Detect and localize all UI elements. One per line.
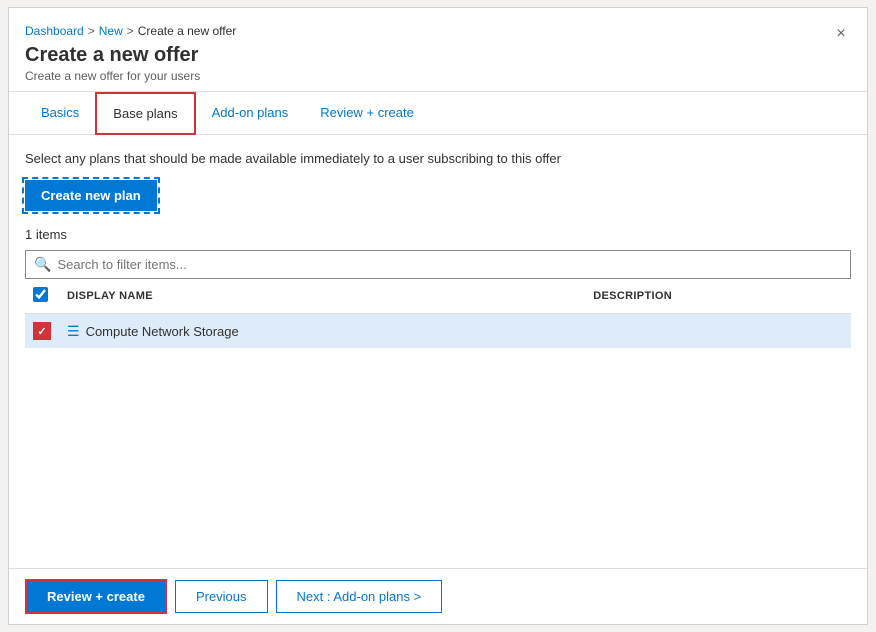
- create-offer-panel: Dashboard > New > Create a new offer Cre…: [8, 7, 868, 625]
- search-input[interactable]: [57, 257, 842, 272]
- panel-footer: Review + create Previous Next : Add-on p…: [9, 568, 867, 624]
- breadcrumb-current: Create a new offer: [138, 24, 237, 38]
- close-button[interactable]: ×: [829, 22, 853, 46]
- row-description-cell: [585, 314, 851, 349]
- header-description: DESCRIPTION: [585, 279, 851, 314]
- tab-base-plans[interactable]: Base plans: [95, 92, 195, 135]
- panel-body: Select any plans that should be made ava…: [9, 135, 867, 568]
- tab-review-create[interactable]: Review + create: [304, 93, 430, 134]
- panel-subtitle: Create a new offer for your users: [25, 69, 851, 83]
- breadcrumb: Dashboard > New > Create a new offer: [25, 24, 851, 38]
- breadcrumb-sep-2: >: [127, 24, 134, 38]
- table-header-row: DISPLAY NAME DESCRIPTION: [25, 279, 851, 314]
- row-checkbox[interactable]: ✓: [33, 322, 51, 340]
- review-create-button[interactable]: Review + create: [25, 579, 167, 614]
- header-checkbox[interactable]: [33, 287, 48, 302]
- tabs-nav: Basics Base plans Add-on plans Review + …: [9, 92, 867, 135]
- items-table: DISPLAY NAME DESCRIPTION ✓ ☰ Compute Net…: [25, 279, 851, 348]
- breadcrumb-dashboard[interactable]: Dashboard: [25, 24, 84, 38]
- tab-addon-plans[interactable]: Add-on plans: [196, 93, 305, 134]
- panel-title: Create a new offer: [25, 44, 851, 67]
- next-button[interactable]: Next : Add-on plans >: [276, 580, 443, 613]
- breadcrumb-sep-1: >: [88, 24, 95, 38]
- search-icon: 🔍: [34, 256, 51, 273]
- row-checkbox-cell: ✓: [25, 314, 59, 349]
- panel-header: Dashboard > New > Create a new offer Cre…: [9, 8, 867, 92]
- tab-basics[interactable]: Basics: [25, 93, 95, 134]
- body-description: Select any plans that should be made ava…: [25, 151, 851, 166]
- search-box: 🔍: [25, 250, 851, 279]
- breadcrumb-new[interactable]: New: [99, 24, 123, 38]
- items-count: 1 items: [25, 227, 851, 242]
- row-display-name-cell: ☰ Compute Network Storage: [59, 314, 585, 349]
- create-new-plan-button[interactable]: Create new plan: [25, 180, 157, 211]
- table-row: ✓ ☰ Compute Network Storage: [25, 314, 851, 349]
- header-display-name: DISPLAY NAME: [59, 279, 585, 314]
- header-checkbox-cell: [25, 279, 59, 314]
- row-icon: ☰: [67, 323, 80, 340]
- row-name-text: Compute Network Storage: [86, 324, 239, 339]
- previous-button[interactable]: Previous: [175, 580, 268, 613]
